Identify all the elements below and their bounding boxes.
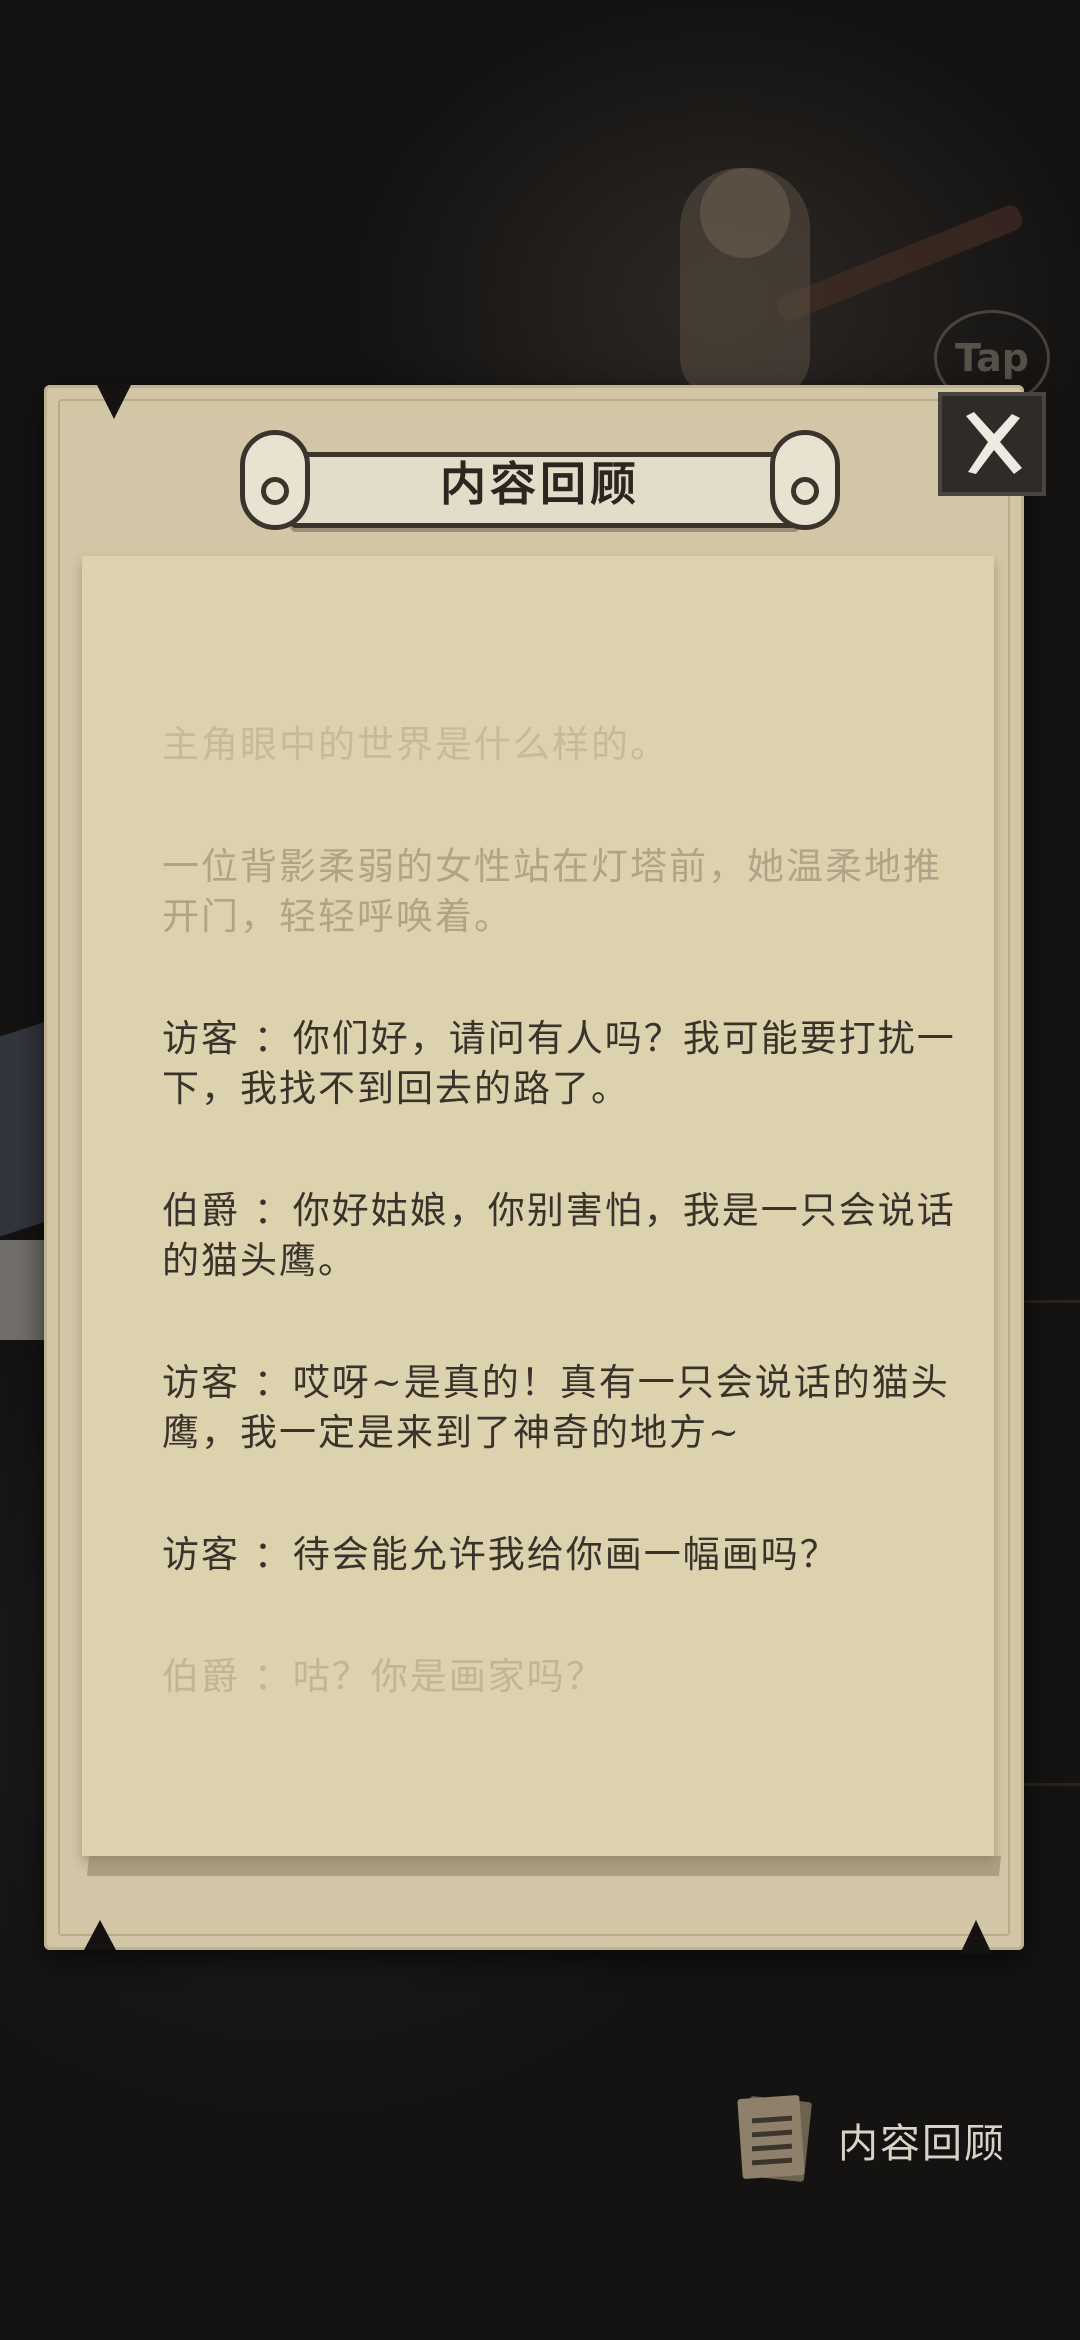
panel-notch xyxy=(960,1920,992,1954)
review-button-label: 内容回顾 xyxy=(838,2121,1006,2167)
owl-head xyxy=(700,168,790,258)
close-x-icon xyxy=(966,412,1022,474)
house-wall xyxy=(0,1240,46,1340)
content-review-button[interactable]: 内容回顾 xyxy=(737,2080,1040,2200)
dialogue-entry: 伯爵 ：你好姑娘，你别害怕，我是一只会说话的猫头鹰。 xyxy=(162,1189,956,1282)
dialogue-entry: 访客 ：哎呀~是真的！真有一只会说话的猫头鹰，我一定是来到了神奇的地方~ xyxy=(162,1361,950,1454)
panel-notch xyxy=(84,1920,116,1950)
page-title: 内容回顾 xyxy=(440,457,640,511)
dialogue-entry: 访客 ：待会能允许我给你画一幅画吗？ xyxy=(162,1533,839,1576)
close-button[interactable] xyxy=(938,392,1046,496)
title-scroll: 内容回顾 xyxy=(240,430,840,530)
dialogue-log[interactable]: 主角眼中的世界是什么样的。一位背影柔弱的女性站在灯塔前，她温柔地推开门，轻轻呼唤… xyxy=(162,720,962,1774)
dialogue-entry: 主角眼中的世界是什么样的。 xyxy=(162,723,669,766)
notes-icon xyxy=(737,2094,814,2185)
dialogue-entry: 伯爵 ：咕？你是画家吗？ xyxy=(162,1655,605,1698)
panel-notch xyxy=(96,383,132,419)
dialogue-entry: 一位背影柔弱的女性站在灯塔前，她温柔地推开门，轻轻呼唤着。 xyxy=(162,845,942,938)
dialogue-entry: 访客 ：你们好，请问有人吗？我可能要打扰一下，我找不到回去的路了。 xyxy=(162,1017,956,1110)
